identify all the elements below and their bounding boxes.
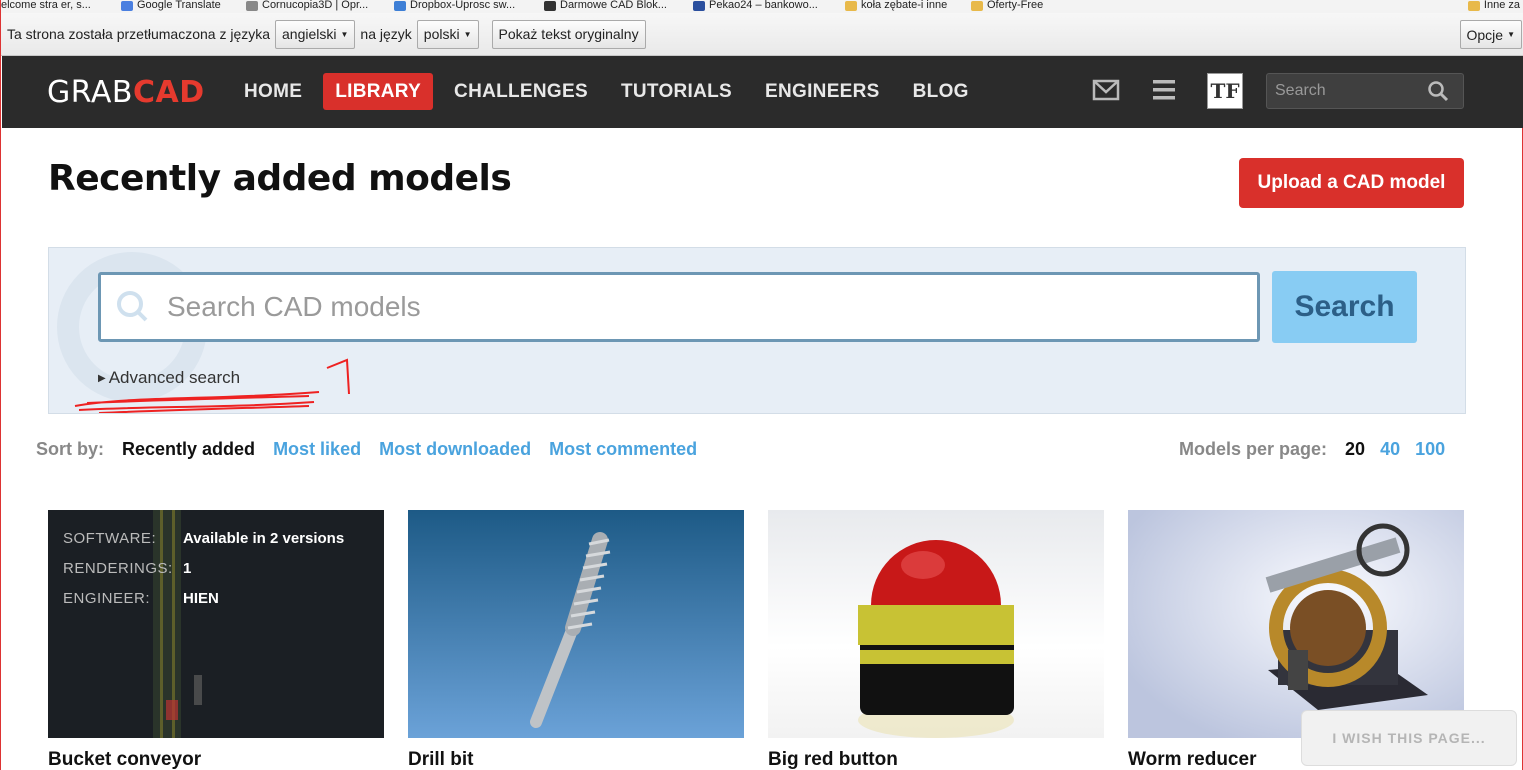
to-language-value: polski xyxy=(423,26,460,42)
search-icon[interactable] xyxy=(1427,80,1449,102)
per-page-40[interactable]: 40 xyxy=(1380,439,1400,460)
meta-key: ENGINEER: xyxy=(63,590,151,607)
cad-search-box xyxy=(98,272,1260,342)
model-title[interactable]: Bucket conveyor xyxy=(48,749,384,770)
menu-icon[interactable] xyxy=(1150,75,1180,105)
caret-down-icon: ▼ xyxy=(463,29,472,39)
other-bookmarks[interactable]: Inne za xyxy=(1467,0,1520,11)
page-title: Recently added models xyxy=(48,158,512,199)
upload-cad-model-button[interactable]: Upload a CAD model xyxy=(1239,158,1464,208)
options-label: Opcje xyxy=(1466,26,1504,43)
worm-reducer-image xyxy=(1265,523,1428,710)
bookmark-label: koła zębate-i inne xyxy=(861,0,948,11)
folder-icon xyxy=(971,0,983,11)
meta-row: SOFTWARE: Available in 2 versions xyxy=(63,530,344,547)
bookmark-label: elcome stra er, s... xyxy=(1,0,91,11)
bookmarks-bar: elcome stra er, s... Google Translate Co… xyxy=(1,0,1523,13)
search-button[interactable]: Search xyxy=(1272,271,1417,343)
red-button-image xyxy=(858,540,1014,738)
logo-cad: CAD xyxy=(132,75,205,110)
header-search-input[interactable] xyxy=(1267,82,1427,100)
from-language-select[interactable]: angielski ▼ xyxy=(275,19,356,49)
site-header: GRABCAD HOME LIBRARY CHALLENGES TUTORIAL… xyxy=(2,56,1523,128)
model-title[interactable]: Drill bit xyxy=(408,749,744,770)
bookmark-label: Google Translate xyxy=(137,0,221,11)
model-thumbnail[interactable] xyxy=(408,510,744,738)
sort-most-liked[interactable]: Most liked xyxy=(273,439,361,460)
nav-engineers[interactable]: ENGINEERS xyxy=(753,73,892,110)
nav-challenges[interactable]: CHALLENGES xyxy=(442,73,600,110)
bookmark-item[interactable]: Darmowe CAD Blok... xyxy=(544,0,667,11)
meta-key: SOFTWARE: xyxy=(63,530,157,547)
from-language-value: angielski xyxy=(282,26,337,42)
sort-bar: Sort by: Recently added Most liked Most … xyxy=(36,439,715,460)
per-page-20[interactable]: 20 xyxy=(1345,439,1365,460)
models-per-page: Models per page: 20 40 100 xyxy=(1179,439,1460,460)
bookmark-item[interactable]: Pekao24 – bankowo... xyxy=(693,0,818,11)
show-original-button[interactable]: Pokaż tekst oryginalny xyxy=(491,19,646,49)
drill-bit-image xyxy=(530,532,611,728)
bookmark-item[interactable]: elcome stra er, s... xyxy=(1,0,91,11)
bookmark-label: Dropbox-Uprosc sw... xyxy=(410,0,516,11)
model-title[interactable]: Big red button xyxy=(768,749,1104,770)
meta-row: ENGINEER: HIEN xyxy=(63,590,219,607)
model-thumbnail[interactable] xyxy=(1128,510,1464,738)
translate-bar: Ta strona została przetłumaczona z język… xyxy=(1,13,1523,56)
logo-grab: GRAB xyxy=(47,75,133,110)
cad-search-input[interactable] xyxy=(153,291,1203,323)
folder-icon xyxy=(1467,0,1480,11)
options-button[interactable]: Opcje ▼ xyxy=(1459,20,1522,49)
caret-down-icon: ▼ xyxy=(1507,30,1515,39)
nav-library[interactable]: LIBRARY xyxy=(323,73,434,110)
bookmark-label: Inne za xyxy=(1483,0,1520,11)
feedback-button[interactable]: I WISH THIS PAGE... xyxy=(1301,710,1517,766)
sort-most-commented[interactable]: Most commented xyxy=(549,439,697,460)
caret-down-icon: ▼ xyxy=(340,29,349,39)
mail-icon[interactable] xyxy=(1091,75,1121,105)
header-search xyxy=(1266,73,1464,109)
bookmark-label: Pekao24 – bankowo... xyxy=(709,0,818,11)
bookmark-item[interactable]: Oferty-Free xyxy=(971,0,1043,11)
pekao-icon xyxy=(693,0,705,11)
bookmark-label: Cornucopia3D | Opr... xyxy=(262,0,369,11)
model-thumbnail[interactable] xyxy=(768,510,1104,738)
nav-blog[interactable]: BLOG xyxy=(901,73,981,110)
meta-value[interactable]: HIEN xyxy=(183,590,219,607)
bookmark-label: Oferty-Free xyxy=(987,0,1044,11)
red-scribble-annotation xyxy=(74,358,350,413)
nav-home[interactable]: HOME xyxy=(232,73,314,110)
meta-value: 1 xyxy=(183,560,192,577)
bookmark-label: Darmowe CAD Blok... xyxy=(560,0,667,11)
sort-label: Sort by: xyxy=(36,439,105,459)
translate-prefix: Ta strona została przetłumaczona z język… xyxy=(7,26,271,42)
to-language-select[interactable]: polski ▼ xyxy=(416,19,479,49)
translate-middle: na język xyxy=(360,26,412,42)
meta-row: RENDERINGS: 1 xyxy=(63,560,191,577)
model-card-drill-bit[interactable]: Drill bit xyxy=(408,510,744,770)
bookmark-item[interactable]: Cornucopia3D | Opr... xyxy=(246,0,368,11)
sort-most-downloaded[interactable]: Most downloaded xyxy=(379,439,531,460)
bookmark-item[interactable]: Dropbox-Uprosc sw... xyxy=(394,0,515,11)
cad-blocks-icon xyxy=(544,0,556,11)
per-page-label: Models per page: xyxy=(1179,439,1328,459)
model-card-bucket-conveyor[interactable]: SOFTWARE: Available in 2 versions RENDERI… xyxy=(48,510,384,770)
per-page-100[interactable]: 100 xyxy=(1415,439,1445,460)
model-card-big-red-button[interactable]: Big red button xyxy=(768,510,1104,770)
google-translate-icon xyxy=(121,0,133,11)
grabcad-logo[interactable]: GRABCAD xyxy=(47,75,205,110)
search-icon xyxy=(117,291,148,322)
sort-recently-added[interactable]: Recently added xyxy=(122,439,255,460)
bookmark-item[interactable]: Google Translate xyxy=(121,0,221,11)
bookmark-item[interactable]: koła zębate-i inne xyxy=(845,0,947,11)
nav-tutorials[interactable]: TUTORIALS xyxy=(609,73,744,110)
cornucopia-icon xyxy=(246,0,258,11)
search-panel: Search ▶ Advanced search xyxy=(48,247,1466,414)
model-thumbnail[interactable]: SOFTWARE: Available in 2 versions RENDERI… xyxy=(48,510,384,738)
main-nav: HOME LIBRARY CHALLENGES TUTORIALS ENGINE… xyxy=(232,73,990,110)
avatar[interactable]: TF xyxy=(1207,73,1243,109)
meta-value: Available in 2 versions xyxy=(183,530,345,547)
dropbox-icon xyxy=(394,0,406,11)
meta-key: RENDERINGS: xyxy=(63,560,173,577)
folder-icon xyxy=(845,0,857,11)
